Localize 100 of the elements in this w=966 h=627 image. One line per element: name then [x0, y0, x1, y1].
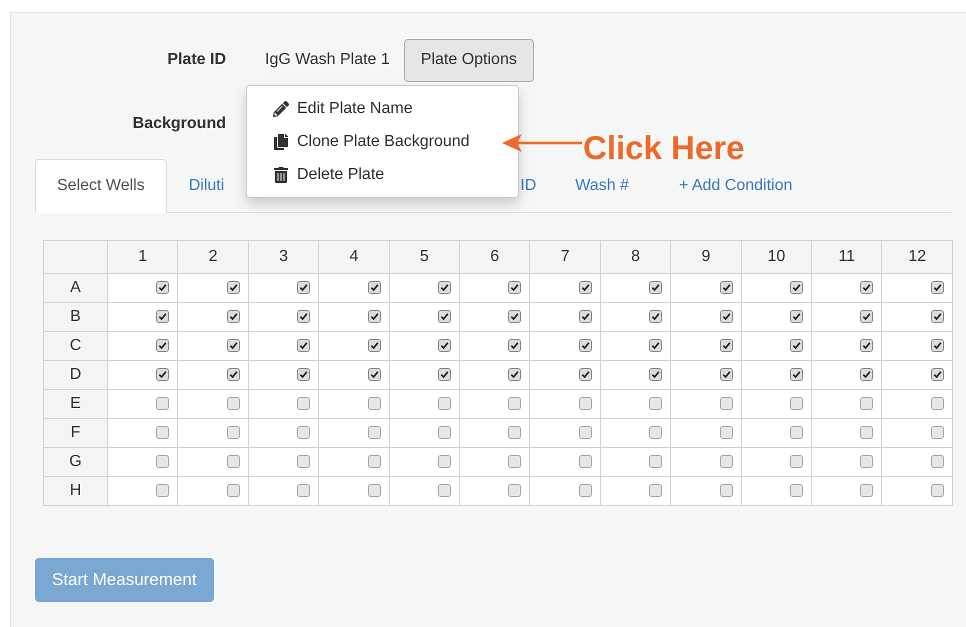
checkbox[interactable]: [578, 368, 592, 382]
checkbox[interactable]: [438, 397, 452, 410]
checkbox[interactable]: [578, 310, 592, 324]
checkbox[interactable]: [649, 281, 662, 294]
checkbox[interactable]: [720, 310, 733, 324]
checkbox[interactable]: [368, 310, 381, 324]
checkbox[interactable]: [578, 455, 592, 468]
checkbox[interactable]: [720, 426, 733, 440]
checkbox[interactable]: [226, 368, 240, 382]
checkbox[interactable]: [297, 397, 310, 410]
menu-item[interactable]: Clone Plate Background: [247, 125, 474, 158]
checkbox[interactable]: [438, 484, 452, 498]
checkbox[interactable]: [790, 310, 804, 324]
checkbox[interactable]: [931, 281, 944, 294]
checkbox[interactable]: [226, 339, 240, 352]
checkbox[interactable]: [931, 368, 944, 382]
checkbox[interactable]: [720, 397, 733, 410]
checkbox[interactable]: [226, 426, 240, 440]
checkbox[interactable]: [508, 484, 522, 498]
checkbox[interactable]: [720, 484, 733, 498]
checkbox[interactable]: [860, 426, 874, 440]
checkbox[interactable]: [368, 397, 381, 410]
checkbox[interactable]: [790, 426, 804, 440]
checkbox[interactable]: [156, 368, 170, 382]
checkbox[interactable]: [790, 397, 804, 410]
checkbox[interactable]: [438, 281, 452, 294]
checkbox[interactable]: [790, 368, 804, 382]
checkbox[interactable]: [438, 310, 452, 324]
checkbox[interactable]: [720, 281, 733, 294]
checkbox[interactable]: [156, 455, 170, 468]
checkbox[interactable]: [578, 426, 592, 440]
checkbox[interactable]: [720, 455, 733, 468]
menu-item[interactable]: Delete Plate: [247, 158, 388, 191]
menu-item[interactable]: Edit Plate Name: [247, 92, 417, 125]
checkbox[interactable]: [508, 426, 522, 440]
checkbox[interactable]: [649, 426, 662, 440]
checkbox[interactable]: [368, 339, 381, 352]
checkbox[interactable]: [297, 484, 310, 498]
checkbox[interactable]: [156, 339, 170, 352]
checkbox[interactable]: [226, 281, 240, 294]
checkbox[interactable]: [508, 368, 522, 382]
checkbox[interactable]: [578, 484, 592, 498]
checkbox[interactable]: [438, 339, 452, 352]
checkbox[interactable]: [860, 397, 874, 410]
checkbox[interactable]: [860, 310, 874, 324]
checkbox[interactable]: [790, 455, 804, 468]
tab[interactable]: Diluti: [166, 159, 236, 213]
checkbox[interactable]: [649, 397, 662, 410]
checkbox[interactable]: [931, 455, 944, 468]
checkbox[interactable]: [720, 368, 733, 382]
checkbox[interactable]: [860, 455, 874, 468]
checkbox[interactable]: [156, 397, 170, 410]
checkbox[interactable]: [649, 455, 662, 468]
checkbox[interactable]: [226, 484, 240, 498]
checkbox[interactable]: [860, 339, 874, 352]
checkbox[interactable]: [720, 339, 733, 352]
checkbox[interactable]: [649, 368, 662, 382]
tab[interactable]: Select Wells: [35, 159, 167, 213]
checkbox[interactable]: [156, 426, 170, 440]
checkbox[interactable]: [790, 281, 804, 294]
checkbox[interactable]: [368, 455, 381, 468]
checkbox[interactable]: [297, 426, 310, 440]
checkbox[interactable]: [226, 310, 240, 324]
checkbox[interactable]: [226, 397, 240, 410]
checkbox[interactable]: [649, 339, 662, 352]
checkbox[interactable]: [578, 281, 592, 294]
checkbox[interactable]: [649, 484, 662, 498]
checkbox[interactable]: [297, 310, 310, 324]
checkbox[interactable]: [226, 455, 240, 468]
checkbox[interactable]: [931, 397, 944, 410]
checkbox[interactable]: [790, 484, 804, 498]
checkbox[interactable]: [931, 484, 944, 498]
checkbox[interactable]: [156, 281, 170, 294]
plate-options-button[interactable]: Plate Options: [404, 38, 534, 82]
checkbox[interactable]: [860, 281, 874, 294]
checkbox[interactable]: [438, 368, 452, 382]
checkbox[interactable]: [860, 484, 874, 498]
checkbox[interactable]: [156, 484, 170, 498]
checkbox[interactable]: [297, 455, 310, 468]
checkbox[interactable]: [368, 281, 381, 294]
checkbox[interactable]: [578, 339, 592, 352]
checkbox[interactable]: [508, 281, 522, 294]
checkbox[interactable]: [368, 484, 381, 498]
checkbox[interactable]: [368, 426, 381, 440]
checkbox[interactable]: [508, 339, 522, 352]
checkbox[interactable]: [297, 339, 310, 352]
checkbox[interactable]: [438, 426, 452, 440]
checkbox[interactable]: [931, 310, 944, 324]
checkbox[interactable]: [297, 368, 310, 382]
checkbox[interactable]: [649, 310, 662, 324]
checkbox[interactable]: [156, 310, 170, 324]
checkbox[interactable]: [931, 339, 944, 352]
checkbox[interactable]: [508, 310, 522, 324]
checkbox[interactable]: [860, 368, 874, 382]
checkbox[interactable]: [368, 368, 381, 382]
checkbox[interactable]: [931, 426, 944, 440]
checkbox[interactable]: [790, 339, 804, 352]
checkbox[interactable]: [508, 455, 522, 468]
tab[interactable]: ID: [513, 159, 544, 213]
checkbox[interactable]: [508, 397, 522, 410]
